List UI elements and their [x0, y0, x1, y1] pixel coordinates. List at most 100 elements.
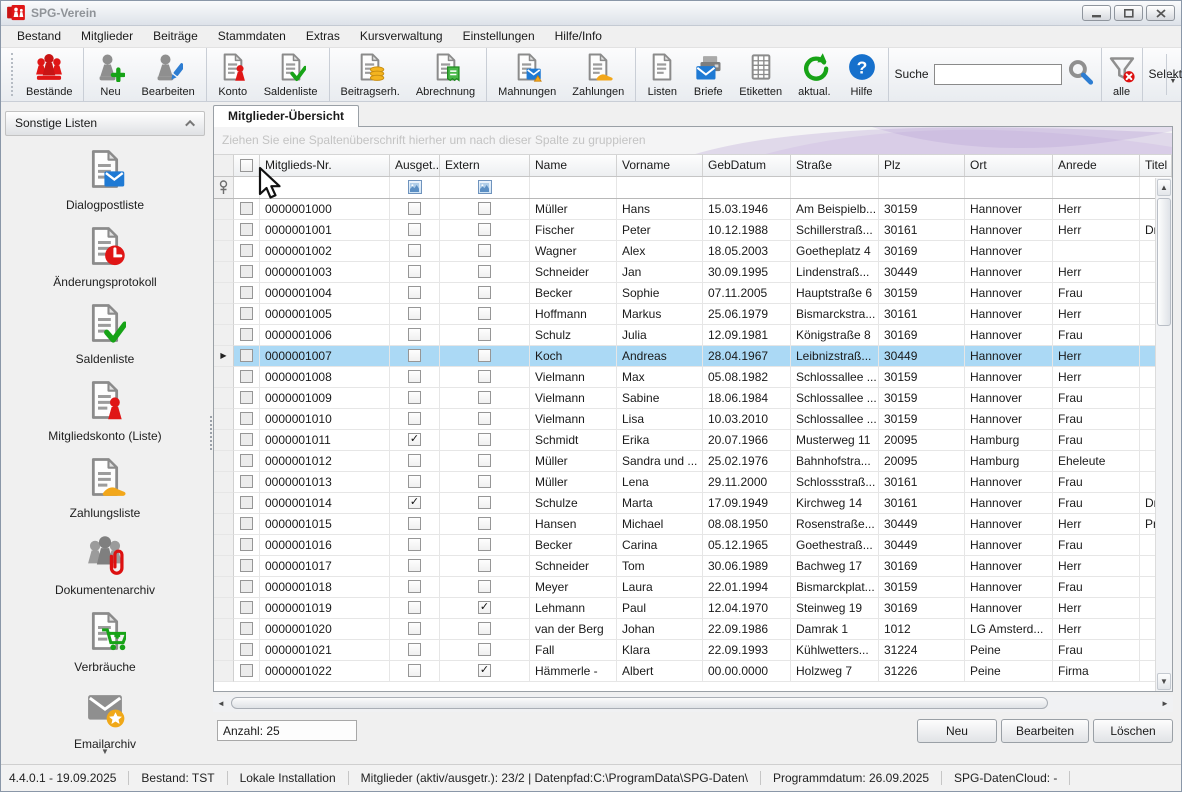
table-row[interactable]: 0000001001FischerPeter10.12.1988Schiller…: [214, 220, 1172, 241]
menu-kursverwaltung[interactable]: Kursverwaltung: [350, 27, 453, 45]
filter-cell[interactable]: [440, 177, 530, 198]
table-row[interactable]: 0000001011✓SchmidtErika20.07.1966Musterw…: [214, 430, 1172, 451]
filter-cell[interactable]: [703, 177, 791, 198]
table-row[interactable]: 0000001021FallKlara22.09.1993Kühlwetters…: [214, 640, 1172, 661]
row-checkbox[interactable]: [240, 370, 253, 383]
group-by-panel[interactable]: Ziehen Sie eine Spaltenüberschrift hierh…: [214, 127, 1172, 155]
row-checkbox[interactable]: [478, 517, 491, 530]
row-checkbox[interactable]: [478, 580, 491, 593]
toolbar-button-mahnungen[interactable]: Mahnungen: [490, 48, 564, 101]
table-row[interactable]: 0000001018MeyerLaura22.01.1994Bismarckpl…: [214, 577, 1172, 598]
loeschen-button[interactable]: Löschen: [1093, 719, 1173, 743]
toolbar-button-abrechnung[interactable]: Abrechnung: [408, 48, 483, 101]
row-checkbox[interactable]: [408, 622, 421, 635]
row-checkbox[interactable]: [240, 433, 253, 446]
column-header-ausget[interactable]: Ausget...: [390, 155, 440, 176]
scroll-left-icon[interactable]: ◄: [213, 696, 229, 711]
row-checkbox[interactable]: [240, 265, 253, 278]
table-row[interactable]: 0000001005HoffmannMarkus25.06.1979Bismar…: [214, 304, 1172, 325]
row-checkbox[interactable]: [478, 349, 491, 362]
row-checkbox[interactable]: [478, 328, 491, 341]
row-checkbox[interactable]: [478, 454, 491, 467]
row-checkbox[interactable]: [408, 370, 421, 383]
row-checkbox[interactable]: ✓: [408, 433, 421, 446]
table-row[interactable]: 0000001020van der BergJohan22.09.1986Dam…: [214, 619, 1172, 640]
column-header-ort[interactable]: Ort: [965, 155, 1053, 176]
table-row[interactable]: 0000001008VielmannMax05.08.1982Schlossal…: [214, 367, 1172, 388]
bearbeiten-button[interactable]: Bearbeiten: [1001, 719, 1089, 743]
row-checkbox[interactable]: [408, 286, 421, 299]
toolbar-button-neu[interactable]: Neu: [87, 48, 133, 101]
row-checkbox[interactable]: [408, 328, 421, 341]
filter-cell[interactable]: [1053, 177, 1140, 198]
filter-cell[interactable]: [617, 177, 703, 198]
row-checkbox[interactable]: [240, 580, 253, 593]
toolbar-button-konto[interactable]: Konto: [210, 48, 256, 101]
menu-bestand[interactable]: Bestand: [7, 27, 71, 45]
table-row[interactable]: 0000001012MüllerSandra und ...25.02.1976…: [214, 451, 1172, 472]
row-checkbox[interactable]: [478, 412, 491, 425]
row-checkbox[interactable]: [408, 475, 421, 488]
toolbar-button-listen[interactable]: Listen: [639, 48, 685, 101]
toolbar-button-zahlungen[interactable]: Zahlungen: [564, 48, 632, 101]
row-checkbox[interactable]: [408, 307, 421, 320]
row-checkbox[interactable]: [240, 286, 253, 299]
row-checkbox[interactable]: [240, 622, 253, 635]
row-checkbox[interactable]: [240, 454, 253, 467]
vertical-scrollbar[interactable]: ▲ ▼: [1155, 178, 1172, 691]
menu-hilfe-info[interactable]: Hilfe/Info: [545, 27, 612, 45]
filter-image-icon[interactable]: [478, 180, 492, 194]
toolbar-overflow-button[interactable]: ▼: [1166, 54, 1179, 95]
search-input[interactable]: [934, 64, 1062, 85]
row-checkbox[interactable]: [408, 412, 421, 425]
row-checkbox[interactable]: [478, 643, 491, 656]
row-checkbox[interactable]: [240, 202, 253, 215]
table-row[interactable]: ▶0000001007KochAndreas28.04.1967Leibnizs…: [214, 346, 1172, 367]
row-checkbox[interactable]: [408, 643, 421, 656]
row-checkbox[interactable]: ✓: [408, 496, 421, 509]
row-checkbox[interactable]: [478, 307, 491, 320]
sidebar-item-verbräuche[interactable]: Verbräuche: [74, 610, 135, 674]
row-checkbox[interactable]: [478, 538, 491, 551]
magnifier-icon[interactable]: [1067, 59, 1095, 90]
row-checkbox[interactable]: [240, 328, 253, 341]
horizontal-scrollbar[interactable]: ◄ ►: [213, 695, 1173, 712]
row-checkbox[interactable]: [478, 391, 491, 404]
table-row[interactable]: 0000001002WagnerAlex18.05.2003Goetheplat…: [214, 241, 1172, 262]
menu-stammdaten[interactable]: Stammdaten: [208, 27, 296, 45]
filter-cell[interactable]: [879, 177, 965, 198]
table-row[interactable]: 0000001009VielmannSabine18.06.1984Schlos…: [214, 388, 1172, 409]
row-checkbox[interactable]: [408, 391, 421, 404]
filter-cell[interactable]: [234, 177, 260, 198]
row-checkbox[interactable]: [408, 349, 421, 362]
toolbar-button-hilfe[interactable]: ?Hilfe: [839, 48, 885, 101]
row-checkbox[interactable]: [408, 538, 421, 551]
table-row[interactable]: 0000001006SchulzJulia12.09.1981Königstra…: [214, 325, 1172, 346]
column-header-titel[interactable]: Titel: [1140, 155, 1172, 176]
sidebar-item-saldenliste[interactable]: Saldenliste: [76, 302, 135, 366]
row-checkbox[interactable]: [408, 664, 421, 677]
row-checkbox[interactable]: [408, 601, 421, 614]
row-checkbox[interactable]: [240, 412, 253, 425]
filter-cell[interactable]: [260, 177, 390, 198]
table-row[interactable]: 0000001013MüllerLena29.11.2000Schlossstr…: [214, 472, 1172, 493]
row-checkbox[interactable]: [240, 496, 253, 509]
toolbar-button-bearbeiten[interactable]: Bearbeiten: [133, 48, 202, 101]
row-checkbox[interactable]: [478, 202, 491, 215]
row-checkbox[interactable]: [408, 202, 421, 215]
sidebar-item-mitgliedskonto-liste[interactable]: Mitgliedskonto (Liste): [48, 379, 161, 443]
row-checkbox[interactable]: [240, 349, 253, 362]
toolbar-button-briefe[interactable]: Briefe: [685, 48, 731, 101]
row-checkbox[interactable]: [240, 664, 253, 677]
table-row[interactable]: 0000001004BeckerSophie07.11.2005Hauptstr…: [214, 283, 1172, 304]
row-checkbox[interactable]: [408, 223, 421, 236]
row-checkbox[interactable]: [478, 559, 491, 572]
row-checkbox[interactable]: [240, 307, 253, 320]
column-header-gebdatum[interactable]: GebDatum: [703, 155, 791, 176]
row-checkbox[interactable]: [478, 244, 491, 257]
row-checkbox[interactable]: [408, 559, 421, 572]
filter-cell[interactable]: [965, 177, 1053, 198]
sidebar-item-emailarchiv[interactable]: Emailarchiv: [74, 687, 136, 751]
vertical-scroll-thumb[interactable]: [1157, 198, 1171, 326]
toolbar-button-beitragserh[interactable]: Beitragserh.: [333, 48, 408, 101]
